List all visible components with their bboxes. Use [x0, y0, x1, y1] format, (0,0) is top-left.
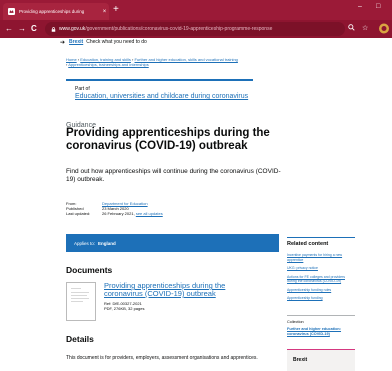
related-link-fe-actions[interactable]: Actions for FE colleges and providers du… — [287, 275, 355, 284]
tab-title: Providing apprenticeships during — [19, 9, 85, 14]
related-content: Related content Incentive payments for h… — [287, 237, 355, 305]
brexit-link[interactable]: Brexit — [69, 39, 83, 45]
arrow-icon: ➔ — [60, 39, 66, 46]
reload-icon[interactable]: C — [31, 24, 37, 33]
document-link[interactable]: Providing apprenticeships during the cor… — [104, 282, 254, 298]
zoom-icon[interactable] — [348, 24, 355, 33]
minimize-icon[interactable]: – — [358, 3, 362, 10]
related-link-incentive[interactable]: Incentive payments for hiring a new appr… — [287, 253, 355, 262]
browser-toolbar: ← → C www.gov.uk/government/publications… — [0, 20, 392, 38]
details-text: This document is for providers, employer… — [66, 355, 258, 361]
back-icon[interactable]: ← — [5, 24, 13, 33]
browser-tab[interactable]: Providing apprenticeships during × — [3, 3, 109, 20]
related-content-heading: Related content — [287, 241, 329, 247]
brexit-banner: ➔ Brexit Check what you need to do — [60, 38, 290, 46]
related-link-funding[interactable]: Apprenticeship funding — [287, 296, 355, 301]
publication-metadata: From: Department for Education Published 2… — [66, 201, 163, 216]
applies-to-banner: Applies to: England — [66, 234, 279, 252]
part-of-box: Part of Education, universities and chil… — [66, 79, 253, 104]
maximize-icon[interactable]: □ — [376, 3, 380, 10]
gov-crown-icon — [8, 8, 15, 15]
page-title: Providing apprenticeships during the cor… — [66, 127, 270, 152]
brexit-banner-text: Check what you need to do — [86, 39, 147, 45]
documents-heading: Documents — [66, 265, 113, 275]
url-host: www.gov.uk — [59, 26, 86, 32]
tab-close-icon[interactable]: × — [100, 9, 109, 15]
brexit-sidebar-heading: Brexit — [293, 357, 308, 363]
extension-icon[interactable] — [378, 22, 390, 35]
page-lead: Find out how apprenticeships will contin… — [66, 168, 281, 183]
url-path: /government/publications/coronavirus-cov… — [85, 26, 273, 32]
document-file-info: PDF, 276KB, 32 pages — [104, 306, 145, 311]
document-meta: Ref: DfE-00327-2021 PDF, 276KB, 32 pages — [104, 301, 144, 311]
related-link-funding-rules[interactable]: Apprenticeship funding rules — [287, 288, 355, 293]
part-of-link[interactable]: Education, universities and childcare du… — [75, 93, 248, 100]
new-tab-button[interactable]: + — [113, 4, 119, 15]
part-of-label: Part of — [75, 86, 90, 92]
applies-to-label: Applies to: — [74, 240, 96, 246]
related-link-privacy[interactable]: UKG: privacy notice — [287, 266, 355, 271]
collection-box: Collection Further and higher education:… — [287, 315, 355, 337]
collection-label: Collection — [287, 320, 304, 324]
forward-icon[interactable]: → — [18, 24, 26, 33]
see-all-updates-link[interactable]: see all updates — [136, 211, 163, 216]
document-thumbnail[interactable] — [66, 282, 96, 321]
address-bar[interactable]: www.gov.uk/government/publications/coron… — [45, 22, 345, 36]
updated-label: Last updated: — [66, 211, 91, 216]
brexit-sidebar-box: Brexit — [287, 349, 355, 371]
updated-date: 26 February 2021, — [102, 211, 135, 216]
lock-icon — [51, 26, 56, 32]
collection-link[interactable]: Further and higher education: coronaviru… — [287, 327, 355, 337]
browser-tab-bar: Providing apprenticeships during × + – □ — [0, 0, 392, 20]
breadcrumb: Home › Education, training and skills › … — [66, 57, 238, 67]
breadcrumb-apprenticeships[interactable]: Apprenticeships, traineeships and intern… — [68, 62, 149, 67]
applies-to-value: England — [98, 240, 116, 246]
star-icon[interactable]: ☆ — [362, 24, 368, 32]
breadcrumb-further-education[interactable]: Further and higher education, skills and… — [135, 57, 238, 62]
details-heading: Details — [66, 334, 94, 344]
